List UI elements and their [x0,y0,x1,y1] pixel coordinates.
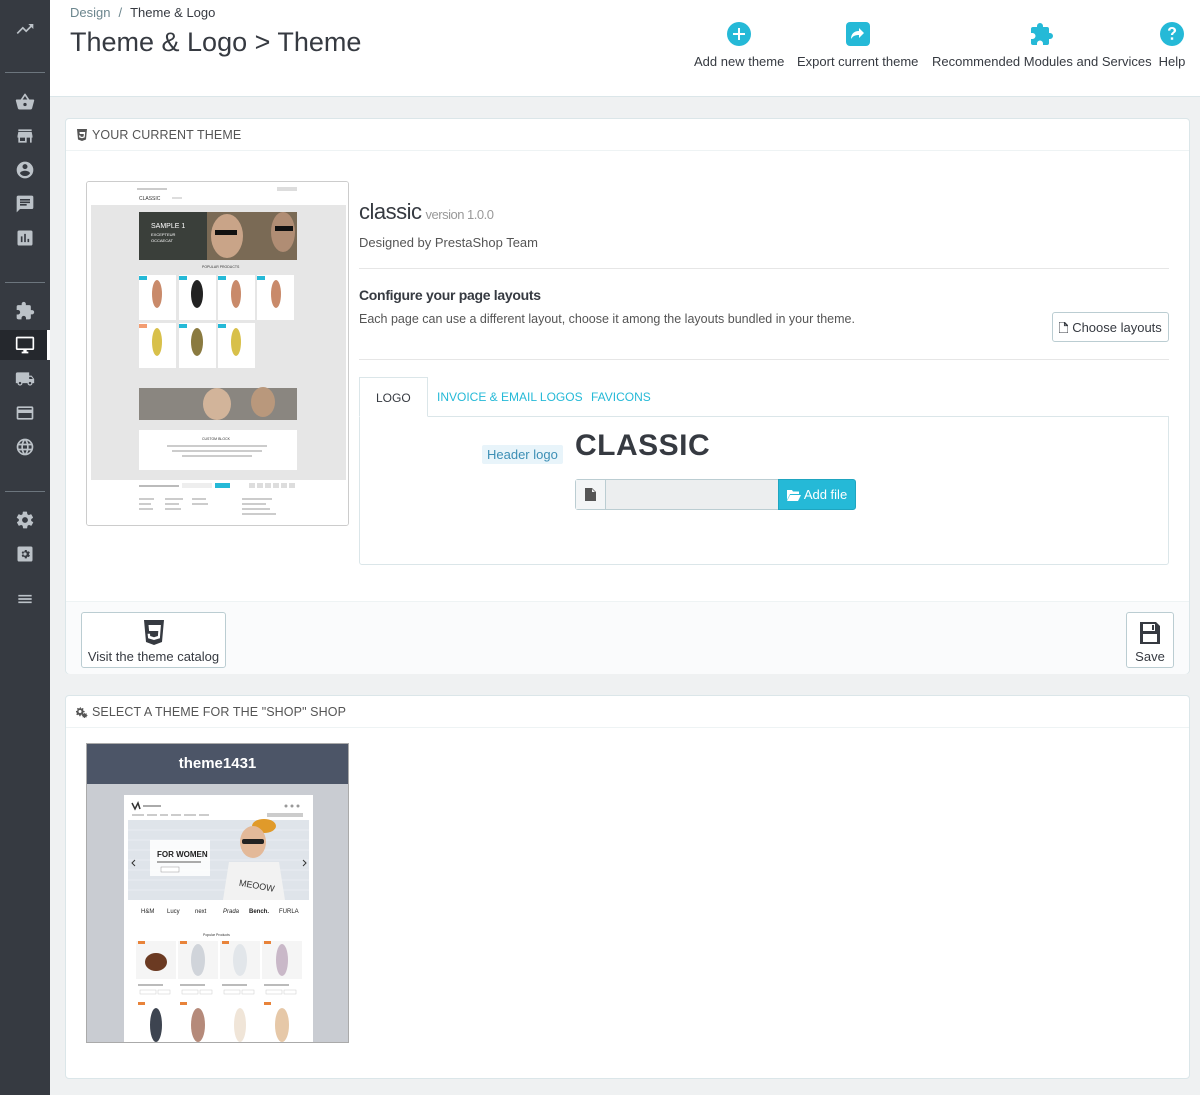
add-file-label: Add file [803,487,848,502]
preview-slide-sub: OCCAECAT [151,238,173,243]
theme-card-name: theme1431 [87,744,348,784]
basket-icon[interactable] [13,90,37,114]
help-label: Help [1158,54,1186,69]
choose-layouts-button[interactable]: Choose layouts [1052,312,1169,342]
theme-author: Designed by PrestaShop Team [359,235,538,250]
breadcrumb-separator: / [118,5,123,20]
preview-brand: CLASSIC [139,196,161,202]
panel-heading: Select a theme for the "shop" shop [66,696,1189,728]
file-icon [1059,321,1069,333]
tab-invoice-email-logos[interactable]: Invoice & Email Logos [421,377,599,417]
logo-tabs: Logo Invoice & Email Logos Favicons Head… [359,377,1169,567]
preview-brand-logo: Lucy [167,909,180,915]
page-header: Design / Theme & Logo Theme & Logo > Theme… [50,0,1200,97]
divider [359,359,1169,360]
export-theme-button[interactable]: Export current theme [797,20,918,69]
share-icon [844,20,872,48]
help-icon [1158,20,1186,48]
globe-icon[interactable] [13,435,37,459]
stats-icon[interactable] [13,226,37,250]
breadcrumb-current: Theme & Logo [130,5,216,20]
visit-theme-catalog-label: Visit the theme catalog [87,649,220,664]
preview-slide-sub: EXCEPTEUR [151,232,176,237]
choose-layouts-label: Choose layouts [1072,319,1162,335]
theme1431-preview-image: MEOOW FOR WOMEN H&M Lucy next Prada Benc… [124,795,313,1042]
select-theme-heading: Select a theme for the "shop" shop [92,704,347,719]
preview-brand-logo: next [195,909,207,915]
sidebar-divider [5,72,45,73]
select-theme-panel: Select a theme for the "shop" shop theme… [65,695,1190,1079]
html5-icon [143,620,164,645]
current-theme-panel: Your current theme CLASSIC SAMPLE 1 EXCE… [65,118,1190,674]
html5-icon [77,128,87,141]
export-theme-label: Export current theme [797,54,919,69]
save-button[interactable]: Save [1126,612,1174,668]
message-icon[interactable] [13,192,37,216]
current-theme-heading: Your current theme [92,127,242,142]
panel-footer: Visit the theme catalog Save [66,601,1189,674]
divider [359,268,1169,269]
file-icon [576,480,606,509]
theme-version: version 1.0.0 [425,207,494,222]
sidebar [0,0,50,1095]
preview-popular-heading: POPULAR PRODUCTS [202,265,240,269]
preview-slide-title: SAMPLE 1 [151,223,185,230]
theme-name: classic [359,199,422,224]
panel-heading: Your current theme [66,119,1189,151]
recommended-modules-label: Recommended Modules and Services [932,54,1152,69]
add-new-theme-button[interactable]: Add new theme [694,20,784,69]
help-button[interactable]: Help [1158,20,1186,69]
preview-banner-text: FOR WOMEN [157,850,208,859]
breadcrumb-parent[interactable]: Design [70,5,110,20]
tab-favicons[interactable]: Favicons [575,377,667,417]
puzzle-icon[interactable] [13,299,37,323]
logo-file-input[interactable] [575,479,779,510]
save-label: Save [1135,649,1165,664]
menu-icon[interactable] [13,587,37,611]
header-logo-label: Header logo [482,445,563,464]
save-icon [1140,622,1160,644]
add-new-theme-label: Add new theme [694,54,785,69]
preview-brand-logo: Bench. [249,909,269,915]
header-logo-image: CLASSIC [575,429,711,462]
puzzle-icon [1028,20,1056,48]
folder-open-icon [786,489,801,501]
page-title: Theme & Logo > Theme [70,27,362,57]
theme-card[interactable]: theme1431 MEOOW FOR WOMEN H&M Lucy next [86,743,349,1043]
visit-theme-catalog-button[interactable]: Visit the theme catalog [81,612,226,668]
tab-content-logo: Header logo CLASSIC Add file [359,416,1169,565]
sidebar-divider [5,282,45,283]
credit-card-icon[interactable] [13,401,37,425]
truck-icon[interactable] [13,367,37,391]
configure-layouts-description: Each page can use a different layout, ch… [359,312,855,326]
preview-brand-logo: H&M [141,909,154,915]
theme-title: classic version 1.0.0 [359,199,494,225]
store-icon[interactable] [13,124,37,148]
customer-icon[interactable] [13,158,37,182]
sidebar-divider [5,491,45,492]
classic-theme-preview: CLASSIC SAMPLE 1 EXCEPTEUR OCCAECAT POPU… [86,181,349,526]
recommended-modules-button[interactable]: Recommended Modules and Services [932,20,1152,69]
preview-popular-heading: Popular Products [203,933,230,937]
advanced-settings-icon[interactable] [13,542,37,566]
preview-custom-block: CUSTOM BLOCK [202,437,231,441]
preview-brand-logo: FURLA [279,909,299,915]
classic-preview-image: CLASSIC SAMPLE 1 EXCEPTEUR OCCAECAT POPU… [87,182,348,525]
cogs-icon [76,706,88,718]
breadcrumb: Design / Theme & Logo [70,5,215,20]
preview-brand-logo: Prada [223,909,240,915]
configure-layouts-title: Configure your page layouts [359,287,541,303]
tab-logo[interactable]: Logo [359,377,428,417]
settings-icon[interactable] [13,508,37,532]
add-file-button[interactable]: Add file [778,479,856,510]
trending-up-icon[interactable] [13,17,37,41]
monitor-icon[interactable] [13,333,37,357]
plus-circle-icon [725,20,753,48]
